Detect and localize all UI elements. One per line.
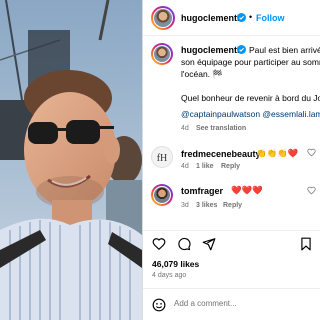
separator-dot: • (249, 12, 253, 22)
post-photo (0, 0, 142, 320)
caption-time: 4d (181, 125, 189, 132)
comment-icon[interactable] (177, 237, 191, 251)
commenter-avatar[interactable]: fH (151, 146, 173, 168)
caption-line: l'océan. 🏁 (181, 69, 223, 79)
follow-button[interactable]: Follow (256, 13, 285, 23)
like-heart-icon[interactable] (152, 237, 166, 251)
verified-icon (237, 45, 246, 54)
caption-mentions[interactable]: @captainpaulwatson @essemlali.lamya (181, 109, 320, 120)
commenter-avatar[interactable] (151, 184, 173, 206)
comment-username[interactable]: tomfrager (181, 186, 223, 196)
svg-text:fH: fH (157, 153, 168, 164)
comment-time: 3d (181, 202, 189, 209)
comment-username[interactable]: fredmecenebeauty (181, 149, 261, 159)
brand-logo-icon: fH (157, 153, 168, 164)
comment-input[interactable]: Add a comment... (174, 299, 237, 308)
comment-likes[interactable]: 3 likes (196, 202, 217, 209)
post-details: hugoclementk • Follow hugoclementk Paul … (142, 0, 320, 320)
share-icon[interactable] (202, 237, 216, 251)
caption-username[interactable]: hugoclementk (181, 45, 242, 55)
emoji-icon[interactable] (152, 298, 166, 312)
post-header: hugoclementk • Follow (143, 0, 320, 36)
post-image[interactable] (0, 0, 142, 320)
comment-likes[interactable]: 1 like (196, 163, 214, 170)
action-bar (143, 230, 320, 254)
reply-button[interactable]: Reply (221, 163, 240, 170)
reply-button[interactable]: Reply (223, 202, 242, 209)
comment-time: 4d (181, 163, 189, 170)
caption-line: Quel bonheur de revenir à bord du Joh (181, 93, 320, 103)
likes-count[interactable]: 46,079 likes (152, 259, 199, 269)
comment-like-icon[interactable] (307, 186, 316, 195)
see-translation-link[interactable]: See translation (196, 125, 246, 132)
author-avatar[interactable] (151, 6, 175, 30)
comment-text: 👏👏👏❤️ (256, 148, 299, 158)
verified-icon (237, 13, 246, 22)
comment-like-icon[interactable] (307, 148, 316, 157)
bookmark-icon[interactable] (299, 237, 313, 251)
comment-text: ❤️❤️❤️ (231, 185, 263, 195)
caption-avatar[interactable] (151, 43, 173, 65)
author-username[interactable]: hugoclementk (181, 13, 242, 23)
caption-line: Paul est bien arrivé à (249, 45, 320, 55)
post-date: 4 days ago (152, 272, 187, 279)
comment-composer: Add a comment... (143, 288, 320, 320)
caption-line: son équipage pour participer au somm (181, 57, 320, 67)
